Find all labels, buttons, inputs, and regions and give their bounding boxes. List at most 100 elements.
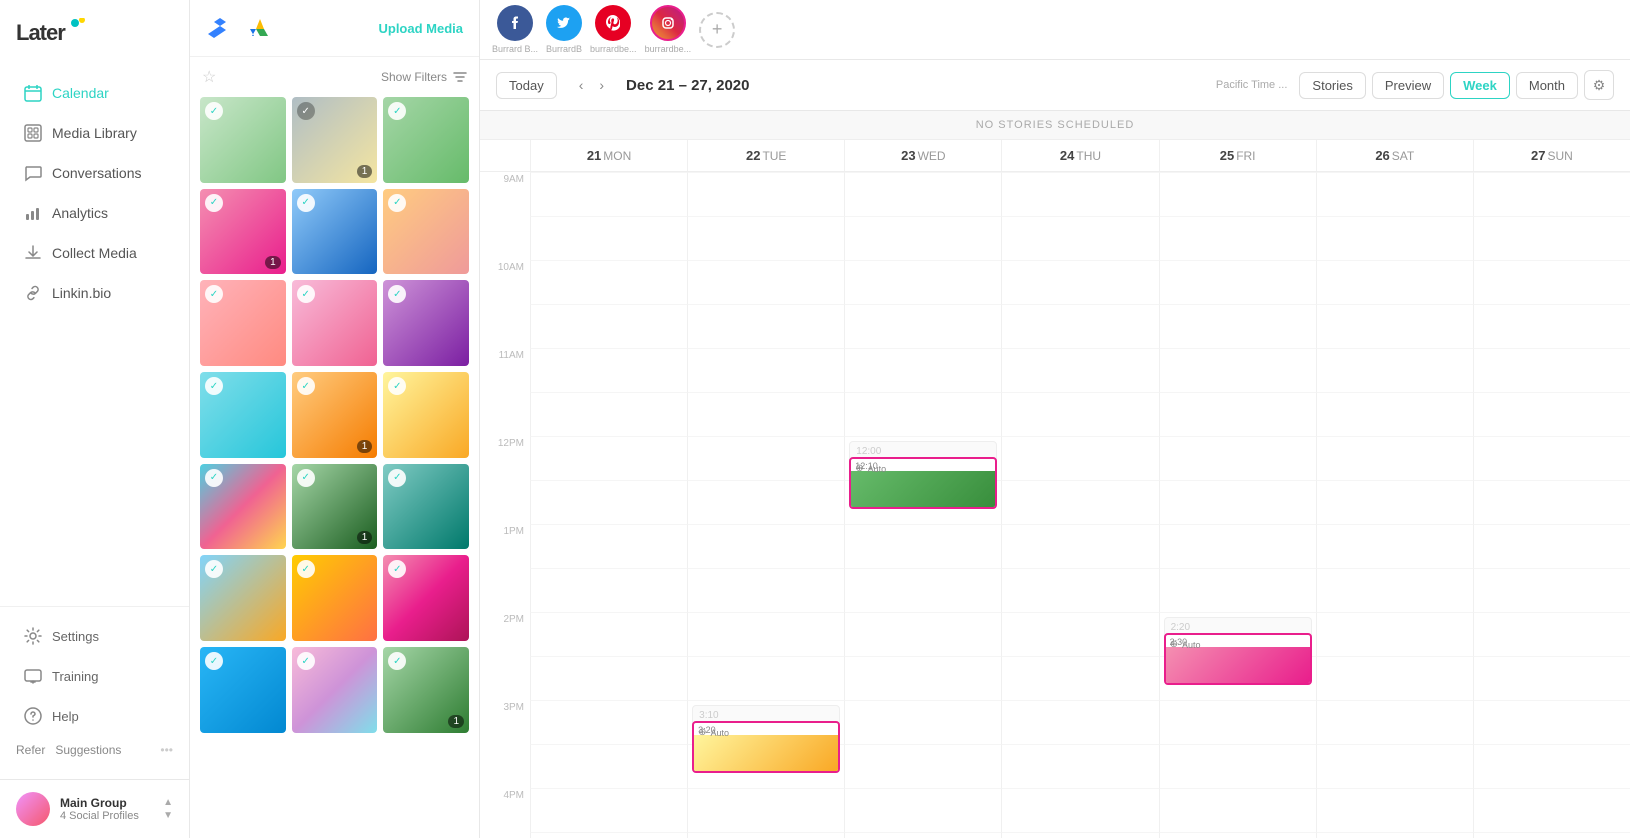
time-cell[interactable] [1473, 700, 1630, 744]
time-cell[interactable] [1001, 656, 1158, 700]
time-cell[interactable] [1316, 260, 1473, 304]
time-cell[interactable] [530, 480, 687, 524]
time-cell[interactable] [1473, 436, 1630, 480]
time-cell[interactable] [530, 700, 687, 744]
time-cell[interactable] [1473, 524, 1630, 568]
time-cell[interactable] [687, 392, 844, 436]
time-cell[interactable] [1473, 612, 1630, 656]
preview-button[interactable]: Preview [1372, 72, 1444, 99]
profile-burrard-fb[interactable] [497, 5, 533, 41]
time-cell[interactable] [530, 260, 687, 304]
media-item[interactable]: ✓ 1 [292, 464, 378, 550]
time-cell[interactable] [1473, 304, 1630, 348]
time-cell[interactable] [844, 392, 1001, 436]
time-cell[interactable] [844, 656, 1001, 700]
media-item[interactable]: ✓ [200, 97, 286, 183]
time-cell[interactable] [687, 348, 844, 392]
month-button[interactable]: Month [1516, 72, 1578, 99]
time-cell[interactable] [530, 216, 687, 260]
time-cell[interactable] [1159, 744, 1316, 788]
media-item[interactable]: ✓ [383, 189, 469, 275]
time-cell[interactable] [844, 612, 1001, 656]
sidebar-item-media-library[interactable]: Media Library [8, 114, 181, 152]
suggestions-link[interactable]: Suggestions [55, 743, 121, 757]
time-cell[interactable] [1473, 656, 1630, 700]
stories-button[interactable]: Stories [1299, 72, 1365, 99]
media-item[interactable]: ✓ [383, 372, 469, 458]
time-cell[interactable] [1159, 480, 1316, 524]
time-cell[interactable] [1473, 260, 1630, 304]
time-cell[interactable] [844, 216, 1001, 260]
profile-burrard-tw[interactable] [546, 5, 582, 41]
media-item[interactable]: ✓ 1 [200, 189, 286, 275]
time-cell[interactable] [530, 524, 687, 568]
time-cell[interactable] [1001, 216, 1158, 260]
time-cell[interactable] [530, 348, 687, 392]
time-cell[interactable] [1001, 832, 1158, 838]
sidebar-item-collect-media[interactable]: Collect Media [8, 234, 181, 272]
upload-media-button[interactable]: Upload Media [378, 21, 463, 36]
time-cell[interactable] [844, 172, 1001, 216]
time-cell[interactable] [687, 524, 844, 568]
time-cell[interactable] [1001, 480, 1158, 524]
sidebar-item-calendar[interactable]: Calendar [8, 74, 181, 112]
today-button[interactable]: Today [496, 72, 557, 99]
week-button[interactable]: Week [1450, 72, 1510, 99]
time-cell[interactable] [1316, 744, 1473, 788]
time-cell[interactable] [687, 260, 844, 304]
time-cell[interactable] [530, 832, 687, 838]
time-cell[interactable] [1159, 348, 1316, 392]
time-cell[interactable] [1316, 480, 1473, 524]
sidebar-item-settings[interactable]: Settings [8, 617, 181, 655]
drive-icon[interactable] [246, 14, 274, 42]
time-cell[interactable] [1159, 568, 1316, 612]
time-cell[interactable] [1159, 788, 1316, 832]
time-cell[interactable] [1316, 568, 1473, 612]
time-cell[interactable] [530, 392, 687, 436]
time-cell[interactable] [1316, 700, 1473, 744]
time-cell[interactable]: 12:00⊕Auto12:10 [844, 436, 1001, 480]
sidebar-item-analytics[interactable]: Analytics [8, 194, 181, 232]
time-cell[interactable] [844, 524, 1001, 568]
time-cell[interactable] [687, 216, 844, 260]
time-cell[interactable] [687, 304, 844, 348]
group-expand[interactable]: ▲ ▼ [163, 797, 173, 821]
time-cell[interactable] [1316, 216, 1473, 260]
time-cell[interactable] [687, 436, 844, 480]
add-profile-button[interactable]: + [699, 12, 735, 48]
time-cell[interactable] [1159, 700, 1316, 744]
time-cell[interactable] [530, 612, 687, 656]
sidebar-item-linkin-bio[interactable]: Linkin.bio [8, 274, 181, 312]
cal-event[interactable]: ⊕Auto3:20 [692, 721, 840, 773]
more-dots-icon[interactable]: ••• [160, 743, 173, 757]
time-cell[interactable]: 3:10⊕Auto3:20 [687, 700, 844, 744]
media-item[interactable]: ✓ [383, 280, 469, 366]
sidebar-item-training[interactable]: Training [8, 657, 181, 695]
calendar-settings-button[interactable]: ⚙ [1584, 70, 1614, 100]
time-cell[interactable] [1001, 348, 1158, 392]
time-cell[interactable] [1316, 172, 1473, 216]
sidebar-item-conversations[interactable]: Conversations [8, 154, 181, 192]
time-cell[interactable] [1159, 436, 1316, 480]
media-item[interactable]: ✓ [383, 555, 469, 641]
media-item[interactable]: ✓ [292, 280, 378, 366]
profile-burrard-ig[interactable] [650, 5, 686, 41]
media-item[interactable]: ✓ [200, 280, 286, 366]
media-item[interactable]: ✓ 1 [292, 372, 378, 458]
media-item[interactable]: ✓ [292, 189, 378, 275]
prev-week-button[interactable]: ‹ [573, 73, 590, 97]
time-cell[interactable] [1001, 260, 1158, 304]
time-cell[interactable] [1473, 480, 1630, 524]
media-item[interactable]: ✓ [200, 555, 286, 641]
sidebar-item-help[interactable]: Help [8, 697, 181, 735]
time-cell[interactable] [1316, 832, 1473, 838]
cal-event[interactable]: ⊕Auto12:10 [849, 457, 997, 509]
time-cell[interactable] [530, 744, 687, 788]
time-cell[interactable]: 2:20⊕Auto2:30 [1159, 612, 1316, 656]
time-cell[interactable] [1159, 832, 1316, 838]
time-cell[interactable] [530, 436, 687, 480]
time-cell[interactable] [1473, 788, 1630, 832]
cal-event[interactable]: ⊕Auto2:30 [1164, 633, 1312, 685]
time-cell[interactable] [1159, 304, 1316, 348]
dropbox-icon[interactable] [206, 14, 234, 42]
